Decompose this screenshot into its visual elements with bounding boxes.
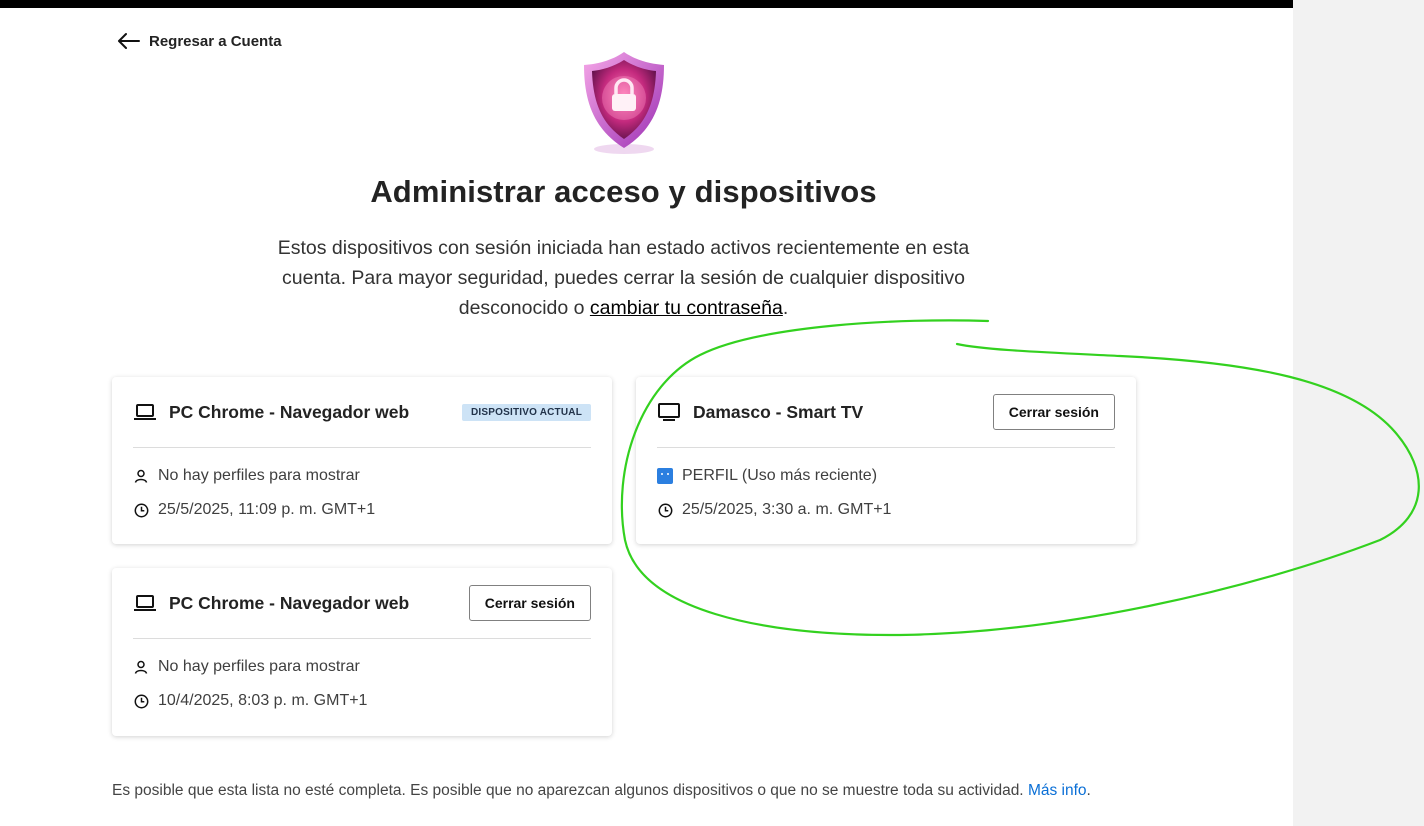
laptop-icon [134, 404, 156, 420]
device-card-smart-tv: Damasco - Smart TV Cerrar sesión PERFIL … [636, 377, 1136, 544]
footer-note: Es posible que esta lista no esté comple… [112, 782, 1091, 800]
profile-text: No hay perfiles para mostrar [158, 658, 360, 675]
clock-icon [133, 502, 149, 518]
last-active-text: 10/4/2025, 8:03 p. m. GMT+1 [158, 692, 368, 709]
device-name: PC Chrome - Navegador web [169, 592, 410, 613]
more-info-link[interactable]: Más info [1028, 782, 1087, 799]
device-card-header: Damasco - Smart TV Cerrar sesión [657, 377, 1115, 448]
current-device-badge: DISPOSITIVO ACTUAL [461, 403, 591, 421]
device-name: Damasco - Smart TV [693, 401, 864, 422]
sign-out-button[interactable]: Cerrar sesión [992, 394, 1115, 430]
person-icon [133, 468, 149, 484]
avatar [657, 468, 673, 484]
tv-icon [658, 403, 680, 421]
device-name: PC Chrome - Navegador web [169, 401, 410, 422]
last-active-text: 25/5/2025, 3:30 a. m. GMT+1 [682, 501, 892, 518]
last-active-text: 25/5/2025, 11:09 p. m. GMT+1 [158, 501, 376, 518]
security-shield-icon [584, 52, 664, 154]
page-description: Estos dispositivos con sesión iniciada h… [250, 233, 997, 323]
footer-text: Es posible que esta lista no esté comple… [112, 782, 1028, 799]
profile-row: No hay perfiles para mostrar [133, 466, 591, 486]
laptop-icon [134, 595, 156, 611]
profile-row: No hay perfiles para mostrar [133, 657, 591, 677]
page-title: Administrar acceso y dispositivos [370, 174, 877, 209]
last-active-row: 25/5/2025, 11:09 p. m. GMT+1 [133, 500, 591, 520]
profile-row: PERFIL (Uso más reciente) [657, 466, 1115, 486]
device-card-current: PC Chrome - Navegador web DISPOSITIVO AC… [112, 377, 612, 544]
clock-icon [133, 693, 149, 709]
clock-icon [657, 502, 673, 518]
device-card-header: PC Chrome - Navegador web DISPOSITIVO AC… [133, 377, 591, 448]
profile-text: No hay perfiles para mostrar [158, 467, 360, 484]
last-active-row: 25/5/2025, 3:30 a. m. GMT+1 [657, 500, 1115, 520]
device-card-header: PC Chrome - Navegador web Cerrar sesión [133, 568, 591, 639]
footer-suffix: . [1086, 782, 1091, 799]
arrow-left-icon [118, 33, 140, 49]
right-gutter [1293, 0, 1424, 826]
description-suffix: . [782, 297, 789, 319]
back-to-account-link[interactable]: Regresar a Cuenta [116, 29, 282, 53]
person-icon [133, 659, 149, 675]
change-password-link[interactable]: cambiar tu contraseña [590, 297, 783, 319]
profile-text: PERFIL (Uso más reciente) [682, 467, 878, 484]
sign-out-button[interactable]: Cerrar sesión [468, 585, 591, 621]
back-link-label: Regresar a Cuenta [149, 32, 282, 50]
last-active-row: 10/4/2025, 8:03 p. m. GMT+1 [133, 691, 591, 711]
device-card-pc-chrome: PC Chrome - Navegador web Cerrar sesión … [112, 568, 612, 736]
profile-avatar [657, 468, 673, 484]
top-bar [0, 0, 1293, 8]
